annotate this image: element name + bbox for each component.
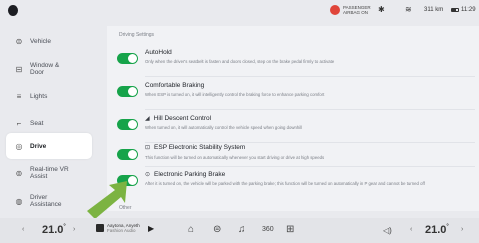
pointer-arrow-icon <box>87 181 127 219</box>
sidebar-item-label: Real-time VR Assist <box>30 166 69 180</box>
sidebar-item-label: Vehicle <box>30 37 51 45</box>
battery-icon <box>451 8 459 12</box>
sidebar-item-label: Drive <box>30 142 47 150</box>
left-temp-up-icon[interactable]: › <box>73 226 75 233</box>
divider <box>145 76 475 77</box>
divider <box>145 166 475 167</box>
sidebar-item-vehicle[interactable]: ⊜ Vehicle <box>6 28 92 54</box>
setting-title: Comfortable Braking <box>145 82 205 89</box>
airbag-icon <box>330 5 340 15</box>
setting-autohold: AutoHold Only when the driver's seatbelt… <box>117 46 472 73</box>
parking-brake-icon: ⊙ <box>145 172 151 178</box>
toggle-knob <box>128 87 137 96</box>
setting-title: Hill Descent Control <box>153 115 212 122</box>
comfortable-braking-toggle[interactable] <box>117 86 138 97</box>
setting-desc: After it is turned on, the vehicle will … <box>145 181 425 186</box>
status-bar: PASSENGER AIRBAG ON ✱ ≋ 311 km 11:29 <box>0 0 479 22</box>
hill-descent-icon: ◢ <box>145 116 150 122</box>
wifi-icon: ≋ <box>405 5 412 14</box>
setting-desc: When turned on, it will automatically co… <box>145 125 303 130</box>
toggle-knob <box>128 150 137 159</box>
range-readout: 311 km <box>424 7 444 13</box>
hill-descent-toggle[interactable] <box>117 119 138 130</box>
sidebar-item-label: Seat <box>30 119 44 127</box>
setting-title: Electronic Parking Brake <box>154 171 226 178</box>
drive-settings-panel: Driving Settings AutoHold Only when the … <box>107 26 479 211</box>
setting-desc: When ESP is turned on, it will intellige… <box>145 92 325 97</box>
music-icon[interactable]: ♫ <box>238 224 246 235</box>
setting-esp: ⊡ ESP Electronic Stability System This f… <box>117 139 472 166</box>
right-temp-up-icon[interactable]: › <box>461 226 463 233</box>
setting-desc: Only when the driver's seatbelt is faste… <box>145 59 335 64</box>
sidebar-item-vr-assist[interactable]: ⊚ Real-time VR Assist <box>6 160 92 186</box>
camera-icon: ⊚ <box>15 168 23 178</box>
home-icon[interactable]: ⌂ <box>188 224 194 235</box>
play-icon[interactable]: ▶ <box>148 224 154 233</box>
sidebar-item-window-door[interactable]: ⊟ Window & Door <box>6 56 92 82</box>
setting-hill-descent: ◢ Hill Descent Control When turned on, i… <box>117 112 472 139</box>
steering-wheel-icon: ◎ <box>15 141 23 151</box>
setting-title: AutoHold <box>145 49 172 56</box>
360-view-icon[interactable]: 360 <box>262 226 274 233</box>
seat-icon: ⌐ <box>16 118 22 128</box>
right-temp-down-icon[interactable]: ‹ <box>410 226 412 233</box>
left-temperature[interactable]: 21.0° <box>42 224 66 236</box>
esp-toggle[interactable] <box>117 149 138 160</box>
setting-desc: This function will be turned on automati… <box>145 155 325 160</box>
esp-icon: ⊡ <box>145 145 151 151</box>
setting-parking-brake: ⊙ Electronic Parking Brake After it is t… <box>117 168 472 195</box>
section-title: Driving Settings <box>119 32 155 38</box>
bluetooth-icon: ✱ <box>378 5 385 14</box>
toggle-knob <box>128 120 137 129</box>
left-temp-down-icon[interactable]: ‹ <box>22 226 24 233</box>
brand-logo <box>8 5 18 16</box>
assist-icon: ◍ <box>15 196 23 206</box>
car-icon: ⊜ <box>15 36 23 46</box>
sidebar-item-label: Driver Assistance <box>30 194 62 208</box>
divider <box>145 109 475 110</box>
sidebar-item-label: Window & Door <box>30 62 60 76</box>
car-icon[interactable]: ⊜ <box>213 224 221 235</box>
volume-icon[interactable]: ◁) <box>383 226 392 235</box>
sidebar-item-lights[interactable]: ≡ Lights <box>6 83 92 109</box>
light-icon: ≡ <box>16 91 22 101</box>
apps-icon[interactable]: ⊞ <box>286 224 294 235</box>
clock: 11:29 <box>461 7 476 13</box>
right-temperature[interactable]: 21.0° <box>425 224 449 236</box>
sidebar-item-label: Lights <box>30 92 48 100</box>
sidebar-item-drive[interactable]: ◎ Drive <box>6 133 92 159</box>
toggle-knob <box>128 54 137 63</box>
media-player[interactable]: Aaytona, Anyeth Fashion Audio ▶ <box>96 223 154 233</box>
bottom-dock: ‹ 21.0° › Aaytona, Anyeth Fashion Audio … <box>0 218 479 243</box>
setting-comfortable-braking: Comfortable Braking When ESP is turned o… <box>117 79 472 106</box>
autohold-toggle[interactable] <box>117 53 138 64</box>
airbag-line2: AIRBAG ON <box>343 10 369 15</box>
track-subtitle: Fashion Audio <box>107 228 136 233</box>
sidebar-item-driver-assistance[interactable]: ◍ Driver Assistance <box>6 188 92 214</box>
airbag-indicator: PASSENGER AIRBAG ON <box>330 5 373 15</box>
door-icon: ⊟ <box>15 64 23 74</box>
album-art <box>96 224 104 232</box>
setting-title: ESP Electronic Stability System <box>154 144 246 151</box>
